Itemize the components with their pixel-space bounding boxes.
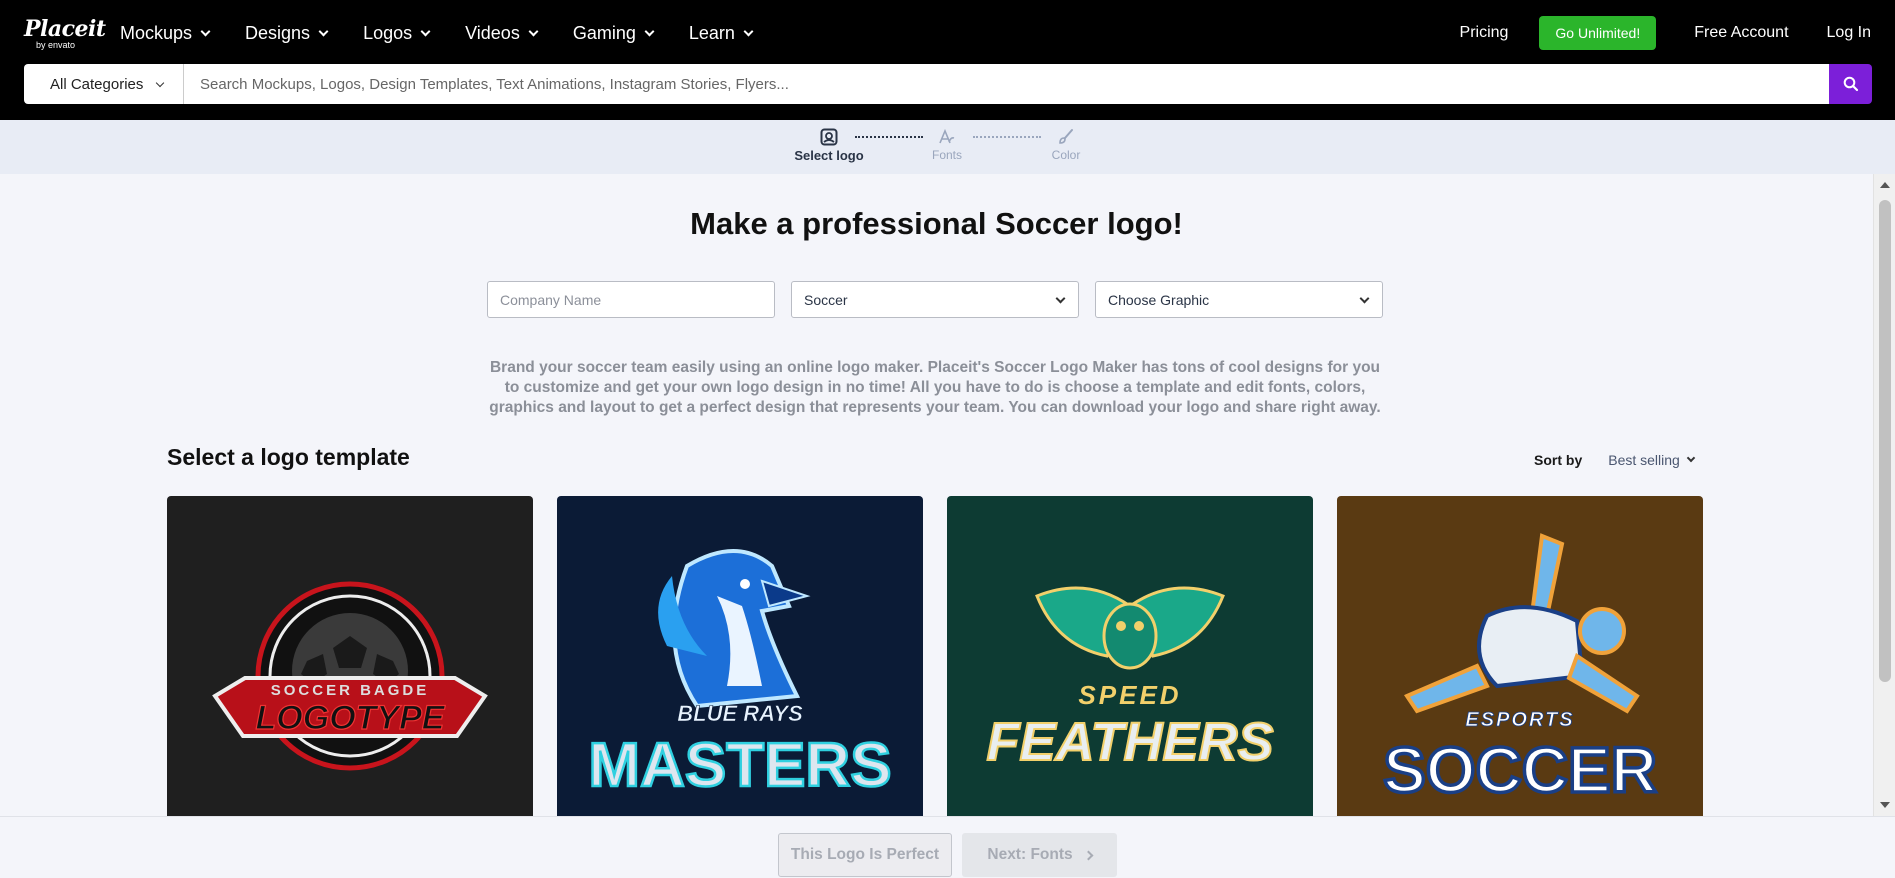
nav-item-gaming[interactable]: Gaming <box>572 22 655 44</box>
step-label: Fonts <box>931 148 962 162</box>
logo-template-card[interactable]: SOCCER BAGDE LOGOTYPE <box>167 496 533 818</box>
card-main-text: LOGOTYPE <box>256 699 446 737</box>
chevron-down-icon <box>743 26 754 36</box>
logo-brand: Placeit <box>24 16 106 42</box>
chevron-down-icon <box>156 78 165 87</box>
next-fonts-label: Next: Fonts <box>987 846 1073 863</box>
logo-template-card[interactable]: ESPORTS SOCCER <box>1337 496 1703 818</box>
category-select-value: All Categories <box>50 75 144 93</box>
graphic-select-value: Choose Graphic <box>1108 291 1210 308</box>
chevron-down-icon <box>1055 293 1066 304</box>
free-account-link[interactable]: Free Account <box>1694 24 1788 42</box>
nav-item-logos[interactable]: Logos <box>363 22 431 44</box>
logo-filters: Soccer Choose Graphic <box>487 281 1383 318</box>
scroll-up-icon[interactable] <box>1880 182 1890 188</box>
scroll-down-icon[interactable] <box>1880 802 1890 808</box>
chevron-down-icon <box>318 26 329 36</box>
sort-control[interactable]: Sort by Best selling <box>1534 452 1696 468</box>
search-bar: All Categories <box>24 64 1872 104</box>
card-main-text: FEATHERS <box>986 712 1273 772</box>
sort-value: Best selling <box>1608 452 1680 468</box>
scrollbar-thumb[interactable] <box>1879 200 1891 682</box>
nav-item-designs[interactable]: Designs <box>245 22 329 44</box>
page-title: Make a professional Soccer logo! <box>690 206 1183 241</box>
sort-label: Sort by <box>1534 452 1583 468</box>
chevron-down-icon <box>1359 293 1370 304</box>
page-description: Brand your soccer team easily using an o… <box>489 359 1381 416</box>
graphic-select[interactable]: Choose Graphic <box>1095 281 1383 318</box>
nav-item-learn[interactable]: Learn <box>688 22 754 44</box>
paint-brush-icon <box>1059 129 1073 144</box>
search-input[interactable] <box>184 64 1829 104</box>
chevron-right-icon <box>1083 850 1094 860</box>
card-main-text: SOCCER <box>1383 734 1657 806</box>
search-button[interactable] <box>1829 64 1872 104</box>
blue-bird-mascot-logo-image: BLUE RAYS MASTERS <box>587 549 893 801</box>
logo-badge-icon <box>820 128 838 146</box>
nav-item-label: Designs <box>245 22 311 43</box>
chevron-down-icon <box>200 26 211 36</box>
company-name-field[interactable] <box>487 281 775 318</box>
nav-menu: Mockups Designs Logos Videos Gaming Lear… <box>120 0 788 66</box>
account-nav: Pricing Go Unlimited! Free Account Log I… <box>1422 0 1871 66</box>
logo-template-grid: SOCCER BAGDE LOGOTYPE BLUE RAYS MASTERS … <box>167 496 1703 818</box>
nav-item-mockups[interactable]: Mockups <box>120 22 211 44</box>
top-header: Placeit by envato Mockups Designs Logos … <box>0 0 1895 120</box>
step-label: Color <box>1051 148 1081 162</box>
page-scrollbar[interactable] <box>1873 174 1895 816</box>
go-unlimited-button[interactable]: Go Unlimited! <box>1539 16 1657 50</box>
industry-select-value: Soccer <box>804 291 848 308</box>
font-icon <box>939 128 955 144</box>
step-connector-pending <box>973 136 1041 138</box>
card-main-text: MASTERS <box>588 731 891 800</box>
login-link[interactable]: Log In <box>1827 24 1871 42</box>
chevron-down-icon <box>644 26 655 36</box>
soccer-player-mascot-logo-image: ESPORTS SOCCER <box>1381 533 1659 808</box>
logo-template-card[interactable]: SPEED FEATHERS <box>947 496 1313 818</box>
category-select[interactable]: All Categories <box>24 64 184 104</box>
pricing-link[interactable]: Pricing <box>1460 24 1509 42</box>
chevron-down-icon <box>1686 453 1696 463</box>
step-fonts: Fonts <box>902 128 992 162</box>
nav-item-videos[interactable]: Videos <box>465 22 539 44</box>
card-top-text: BLUE RAYS <box>677 701 803 726</box>
bottom-action-bar: This Logo Is Perfect Next: Fonts <box>0 816 1895 878</box>
industry-select[interactable]: Soccer <box>791 281 1079 318</box>
logo-template-card[interactable]: BLUE RAYS MASTERS <box>557 496 923 818</box>
chevron-down-icon <box>528 26 539 36</box>
nav-item-label: Logos <box>363 22 413 43</box>
soccer-badge-logo-image: SOCCER BAGDE LOGOTYPE <box>212 581 488 771</box>
this-logo-is-perfect-button[interactable]: This Logo Is Perfect <box>778 833 952 877</box>
section-title: Select a logo template <box>167 444 410 470</box>
step-select-logo[interactable]: Select logo <box>784 128 874 163</box>
nav-item-label: Videos <box>465 22 520 43</box>
step-connector-done <box>855 136 923 138</box>
owl-mascot-logo-image: SPEED FEATHERS <box>985 586 1275 773</box>
nav-item-label: Gaming <box>572 22 636 43</box>
nav-item-label: Learn <box>688 22 735 43</box>
search-icon <box>1843 76 1858 92</box>
chevron-down-icon <box>420 26 431 36</box>
card-top-text: SPEED <box>1078 680 1181 710</box>
step-color: Color <box>1021 128 1111 162</box>
nav-item-label: Mockups <box>120 22 193 43</box>
step-label: Select logo <box>794 148 864 163</box>
card-top-text: SOCCER BAGDE <box>271 682 430 699</box>
progress-stepper: Select logo Fonts Color <box>0 120 1895 174</box>
main-nav: Placeit by envato Mockups Designs Logos … <box>0 0 1895 66</box>
card-top-text: ESPORTS <box>1465 709 1574 731</box>
company-name-input[interactable] <box>500 291 760 308</box>
placeit-logo[interactable]: Placeit by envato <box>24 18 106 50</box>
next-fonts-button[interactable]: Next: Fonts <box>962 833 1117 877</box>
